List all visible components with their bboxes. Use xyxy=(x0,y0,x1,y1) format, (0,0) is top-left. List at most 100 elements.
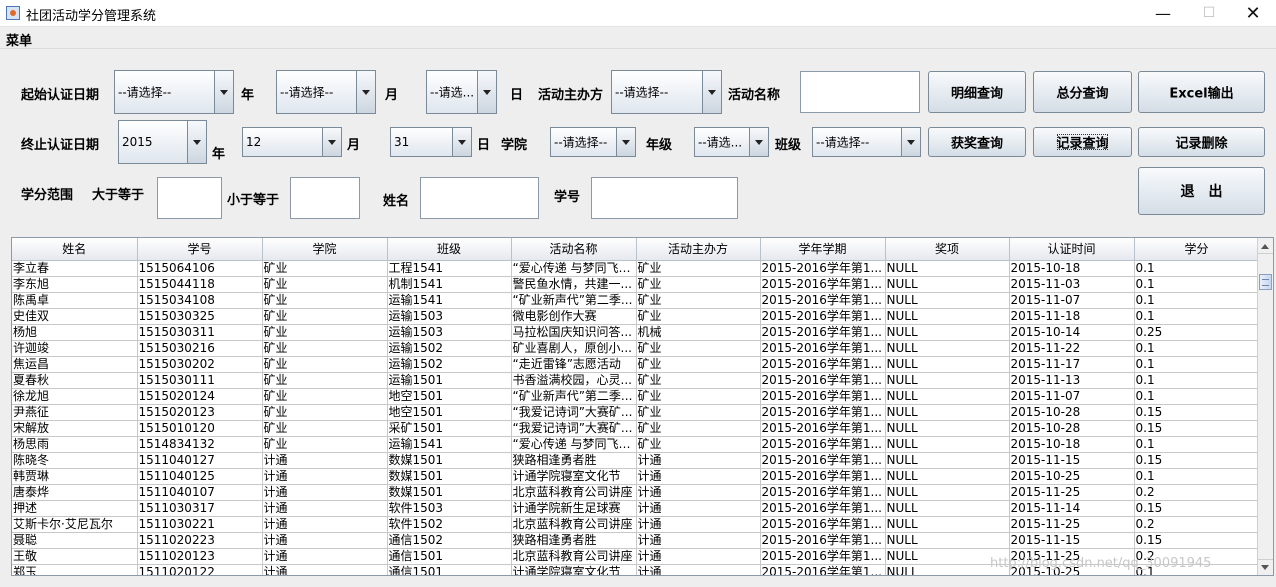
table-cell[interactable]: 2015-11-13 xyxy=(1009,372,1135,389)
table-cell[interactable]: 2015-2016学年第1... xyxy=(760,372,886,389)
table-row[interactable]: 艾斯卡尔·艾尼瓦尔 1511030221 计通 软件1502 北京蓝科教育公司讲座 计通 2… xyxy=(12,516,1260,533)
table-cell[interactable]: 2015-2016学年第1... xyxy=(760,468,886,485)
table-cell[interactable]: 0.1 xyxy=(1134,340,1260,357)
table-cell[interactable]: 运输1541 xyxy=(387,292,512,309)
chevron-down-icon[interactable] xyxy=(702,71,721,113)
table-cell[interactable]: 地空1501 xyxy=(387,388,512,405)
table-cell[interactable]: 北京蓝科教育公司讲座 xyxy=(511,548,637,565)
table-cell[interactable]: 2015-11-25 xyxy=(1009,516,1135,533)
table-cell[interactable]: 李东旭 xyxy=(12,276,138,293)
table-cell[interactable]: 计通 xyxy=(262,468,388,485)
table-cell[interactable]: 0.1 xyxy=(1134,388,1260,405)
table-cell[interactable]: 1515030325 xyxy=(137,308,263,325)
table-cell[interactable]: 矿业 xyxy=(262,436,388,453)
table-cell[interactable]: 杨旭 xyxy=(12,324,138,341)
table-cell[interactable]: 警民鱼水情，共建一... xyxy=(511,276,637,293)
table-cell[interactable]: NULL xyxy=(885,308,1010,325)
table-cell[interactable]: 0.15 xyxy=(1134,420,1260,437)
table-cell[interactable]: 计通学院寝室文化节 xyxy=(511,468,637,485)
table-cell[interactable]: 1511020122 xyxy=(137,564,263,575)
table-cell[interactable]: 2015-10-14 xyxy=(1009,324,1135,341)
table-cell[interactable]: 矿业 xyxy=(262,404,388,421)
table-cell[interactable]: 1515030311 xyxy=(137,324,263,341)
table-cell[interactable]: NULL xyxy=(885,372,1010,389)
table-cell[interactable]: 1511040125 xyxy=(137,468,263,485)
table-cell[interactable]: 软件1502 xyxy=(387,516,512,533)
table-cell[interactable]: 2015-10-28 xyxy=(1009,404,1135,421)
column-header[interactable]: 学院 xyxy=(262,238,388,261)
table-cell[interactable]: 计通 xyxy=(636,516,761,533)
grade-select[interactable]: --请选... xyxy=(694,127,769,157)
excel-export-button[interactable]: Excel输出 xyxy=(1138,71,1265,113)
table-cell[interactable]: 史佳双 xyxy=(12,308,138,325)
column-header[interactable]: 学年学期 xyxy=(760,238,886,261)
student-id-input[interactable] xyxy=(591,177,738,219)
name-input[interactable] xyxy=(420,177,539,219)
table-cell[interactable]: 1515064106 xyxy=(137,260,263,277)
table-cell[interactable]: 1511030317 xyxy=(137,500,263,517)
table-cell[interactable]: 尹燕征 xyxy=(12,404,138,421)
table-cell[interactable]: 王敬 xyxy=(12,548,138,565)
chevron-down-icon[interactable] xyxy=(901,128,920,156)
table-row[interactable]: 徐龙旭 1515020124 矿业 地空1501 “矿业新声代”第二季... 矿业 2015… xyxy=(12,388,1260,405)
table-cell[interactable]: 0.1 xyxy=(1134,308,1260,325)
table-cell[interactable]: “矿业新声代”第二季... xyxy=(511,292,637,309)
chevron-down-icon[interactable] xyxy=(214,71,233,113)
table-row[interactable]: 韩贾琳 1511040125 计通 数媒1501 计通学院寝室文化节 计通 2015-201… xyxy=(12,468,1260,485)
table-row[interactable]: 陈晓冬 1511040127 计通 数媒1501 狭路相逢勇者胜 计通 2015-2016学… xyxy=(12,452,1260,469)
chevron-down-icon[interactable] xyxy=(187,121,206,163)
table-cell[interactable]: 马拉松国庆知识问答... xyxy=(511,324,637,341)
table-cell[interactable]: 2015-11-22 xyxy=(1009,340,1135,357)
table-cell[interactable]: 矿业 xyxy=(262,324,388,341)
table-cell[interactable]: 李立春 xyxy=(12,260,138,277)
table-cell[interactable]: 2015-2016学年第1... xyxy=(760,484,886,501)
table-cell[interactable]: 矿业 xyxy=(636,404,761,421)
table-cell[interactable]: 0.15 xyxy=(1134,532,1260,549)
table-cell[interactable]: 运输1501 xyxy=(387,372,512,389)
table-cell[interactable]: 1515030202 xyxy=(137,356,263,373)
table-cell[interactable]: 2015-2016学年第1... xyxy=(760,340,886,357)
table-row[interactable]: 唐泰烨 1511040107 计通 数媒1501 北京蓝科教育公司讲座 计通 2015-20… xyxy=(12,484,1260,501)
table-cell[interactable]: 2015-11-18 xyxy=(1009,308,1135,325)
table-cell[interactable]: 2015-2016学年第1... xyxy=(760,420,886,437)
table-cell[interactable]: 0.2 xyxy=(1134,516,1260,533)
table-cell[interactable]: 陈禹卓 xyxy=(12,292,138,309)
table-cell[interactable]: “我爱记诗词”大赛矿... xyxy=(511,420,637,437)
table-cell[interactable]: 2015-11-07 xyxy=(1009,388,1135,405)
maximize-button[interactable]: ☐ xyxy=(1186,0,1232,27)
table-cell[interactable]: NULL xyxy=(885,436,1010,453)
table-cell[interactable]: 押述 xyxy=(12,500,138,517)
table-cell[interactable]: NULL xyxy=(885,532,1010,549)
table-row[interactable]: 杨旭 1515030311 矿业 运输1503 马拉松国庆知识问答... 机械 2015-2… xyxy=(12,324,1260,341)
table-row[interactable]: 焦运昌 1515030202 矿业 运输1502 “走近雷锋”志愿活动 矿业 2015-20… xyxy=(12,356,1260,373)
table-cell[interactable]: NULL xyxy=(885,516,1010,533)
table-cell[interactable]: 2015-2016学年第1... xyxy=(760,436,886,453)
table-cell[interactable]: NULL xyxy=(885,340,1010,357)
close-button[interactable]: ✕ xyxy=(1230,0,1276,27)
table-cell[interactable]: 0.1 xyxy=(1134,356,1260,373)
table-cell[interactable]: 徐龙旭 xyxy=(12,388,138,405)
table-cell[interactable]: 2015-11-15 xyxy=(1009,532,1135,549)
table-cell[interactable]: 1514834132 xyxy=(137,436,263,453)
table-cell[interactable]: 计通 xyxy=(636,564,761,575)
detail-query-button[interactable]: 明细查询 xyxy=(928,71,1026,113)
table-cell[interactable]: 矿业 xyxy=(636,372,761,389)
table-cell[interactable]: 0.1 xyxy=(1134,276,1260,293)
table-cell[interactable]: 计通学院新生足球赛 xyxy=(511,500,637,517)
activity-name-input[interactable] xyxy=(800,71,920,113)
table-cell[interactable]: NULL xyxy=(885,404,1010,421)
column-header[interactable]: 班级 xyxy=(387,238,512,261)
table-cell[interactable]: 计通学院寝室文化节 xyxy=(511,564,637,575)
chevron-down-icon[interactable] xyxy=(452,128,471,156)
table-cell[interactable]: 艾斯卡尔·艾尼瓦尔 xyxy=(12,516,138,533)
table-cell[interactable]: 1515034108 xyxy=(137,292,263,309)
table-cell[interactable]: 杨思雨 xyxy=(12,436,138,453)
record-delete-button[interactable]: 记录删除 xyxy=(1138,127,1265,157)
table-cell[interactable]: 矿业 xyxy=(262,340,388,357)
table-cell[interactable]: 1515020124 xyxy=(137,388,263,405)
table-cell[interactable]: 地空1501 xyxy=(387,404,512,421)
college-select[interactable]: --请选择-- xyxy=(550,127,636,157)
menu-main[interactable]: 菜单 xyxy=(6,30,32,49)
table-cell[interactable]: 矿业 xyxy=(262,260,388,277)
table-cell[interactable]: 2015-11-17 xyxy=(1009,356,1135,373)
